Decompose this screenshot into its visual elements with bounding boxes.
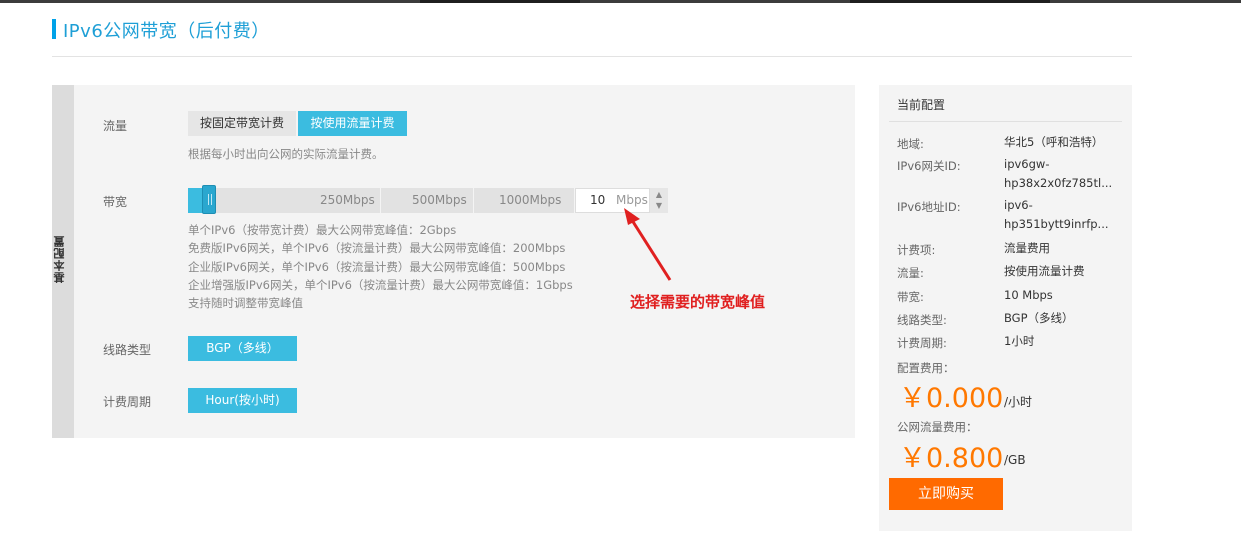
summary-row-label: IPv6网关ID: xyxy=(897,159,961,173)
slider-tick-250: 250Mbps xyxy=(320,193,375,207)
bandwidth-note: 企业增强版IPv6网关，单个IPv6（按流量计费）最大公网带宽峰值：1Gbps xyxy=(188,278,573,292)
window-top-bar xyxy=(0,0,1241,3)
summary-row-value: BGP（多线） xyxy=(1004,311,1074,325)
line-type-label: 线路类型 xyxy=(103,343,152,357)
grip-icon xyxy=(208,194,209,205)
annotation-arrow-line xyxy=(628,216,672,281)
bandwidth-note: 支持随时调整带宽峰值 xyxy=(188,296,303,310)
summary-row-value: ipv6- hp351bytt9inrfp... xyxy=(1004,198,1109,231)
summary-title: 当前配置 xyxy=(897,98,946,112)
traffic-fee-price: ￥0.800 xyxy=(899,443,1004,474)
bandwidth-note: 免费版IPv6网关，单个IPv6（按流量计费）最大公网带宽峰值：200Mbps xyxy=(188,241,566,255)
summary-row-value: 流量费用 xyxy=(1004,241,1050,255)
summary-row-value: 10 Mbps xyxy=(1004,288,1053,302)
section-tab-label: 基本配置 xyxy=(53,235,66,283)
grip-icon xyxy=(211,194,212,205)
traffic-fee-unit: /GB xyxy=(1004,453,1026,467)
title-divider xyxy=(52,56,1132,57)
summary-row-label: 带宽: xyxy=(897,290,924,304)
traffic-hint: 根据每小时出向公网的实际流量计费。 xyxy=(188,147,384,161)
annotation-arrow-head xyxy=(624,208,640,225)
billing-cycle-label: 计费周期 xyxy=(103,395,152,409)
title-accent-bar xyxy=(52,19,56,39)
traffic-billing-option[interactable]: 按使用流量计费 xyxy=(298,111,407,136)
summary-row-label: 计费项: xyxy=(897,243,936,257)
top-bar-segment xyxy=(850,0,1050,3)
page-title: IPv6公网带宽（后付费） xyxy=(63,21,270,42)
traffic-label: 流量 xyxy=(103,119,128,133)
config-fee-label: 配置费用： xyxy=(897,361,955,375)
slider-tick-1000: 1000Mbps xyxy=(499,193,562,207)
annotation-text: 选择需要的带宽峰值 xyxy=(630,293,766,311)
slider-divider xyxy=(380,188,381,213)
summary-row-label: 线路类型: xyxy=(897,313,947,327)
slider-tick-500: 500Mbps xyxy=(412,193,467,207)
summary-row-label: 地域: xyxy=(897,137,924,151)
bandwidth-slider-handle[interactable] xyxy=(202,185,216,214)
bandwidth-label: 带宽 xyxy=(103,195,128,209)
summary-row-value: 1小时 xyxy=(1004,334,1035,348)
annotation-arrow xyxy=(624,208,672,281)
summary-row-label: IPv6地址ID: xyxy=(897,200,961,214)
summary-row-value: 按使用流量计费 xyxy=(1004,264,1085,278)
section-tab: 基本配置 xyxy=(52,85,74,438)
fixed-bandwidth-billing-option[interactable]: 按固定带宽计费 xyxy=(188,111,296,136)
summary-panel: 当前配置 地域: 华北5（呼和浩特） IPv6网关ID: ipv6gw- hp3… xyxy=(879,85,1132,531)
traffic-fee-label: 公网流量费用： xyxy=(897,420,978,434)
bandwidth-note: 单个IPv6（按带宽计费）最大公网带宽峰值：2Gbps xyxy=(188,223,457,237)
summary-divider xyxy=(889,121,1122,122)
summary-row-value: ipv6gw- hp38x2x0fz785tl... xyxy=(1004,157,1113,190)
config-fee-price: ￥0.000 xyxy=(899,383,1004,414)
top-bar-segment xyxy=(420,0,580,3)
bandwidth-note: 企业版IPv6网关，单个IPv6（按流量计费）最大公网带宽峰值：500Mbps xyxy=(188,260,566,274)
summary-row-label: 流量: xyxy=(897,266,924,280)
summary-row-label: 计费周期: xyxy=(897,336,947,350)
summary-row-value: 华北5（呼和浩特） xyxy=(1004,135,1104,149)
buy-now-button[interactable]: 立即购买 xyxy=(889,478,1003,510)
config-fee-unit: /小时 xyxy=(1004,395,1033,409)
billing-cycle-hour-option[interactable]: Hour(按小时) xyxy=(188,388,297,413)
line-type-bgp-option[interactable]: BGP（多线） xyxy=(188,336,297,361)
slider-divider xyxy=(473,188,474,213)
